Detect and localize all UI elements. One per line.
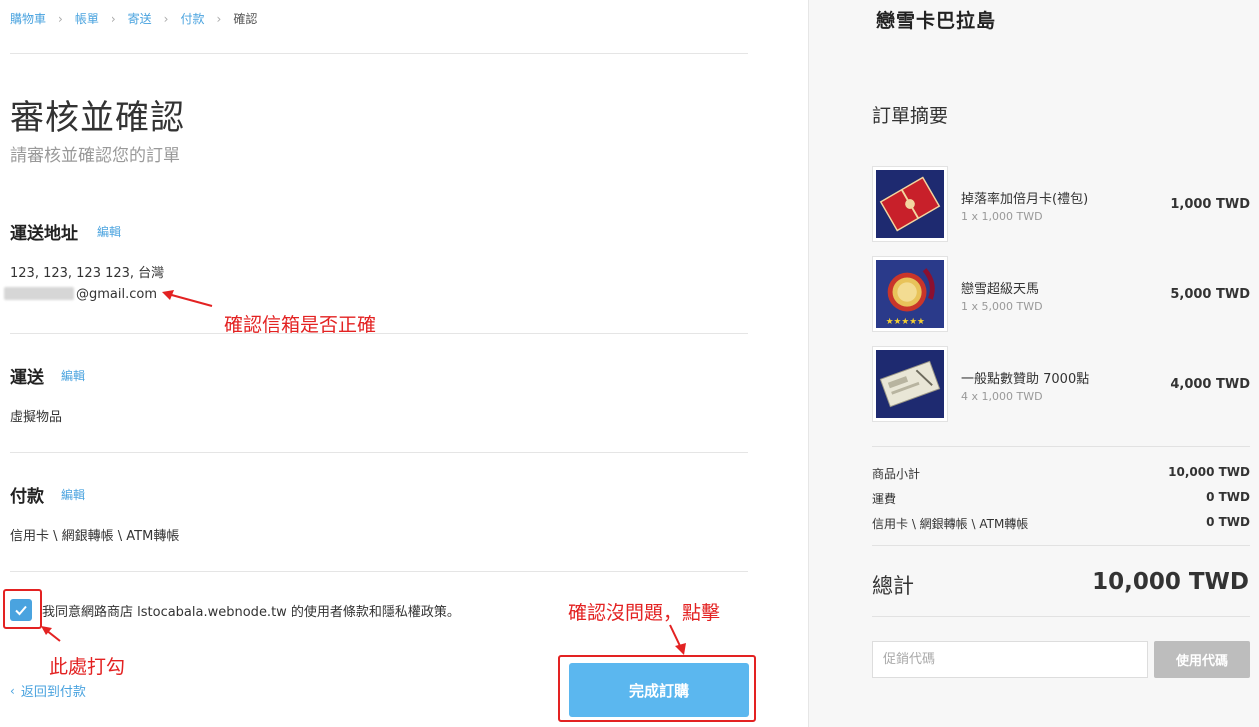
gold-medal-icon: ★★★★★ bbox=[872, 256, 948, 332]
total-value: 10,000 TWD bbox=[1092, 569, 1249, 595]
edit-address-link[interactable]: 編輯 bbox=[97, 223, 121, 240]
terms-text: 我同意網路商店 lstocabala.webnode.tw 的使用者條款和隱私權… bbox=[42, 605, 460, 620]
email-annotation: 確認信箱是否正確 bbox=[224, 314, 377, 336]
breadcrumb-cart[interactable]: 購物車 bbox=[10, 10, 46, 27]
shipping-fee-row: 運費 0 TWD bbox=[872, 490, 1250, 507]
divider bbox=[10, 571, 748, 572]
breadcrumb-billing[interactable]: 帳單 bbox=[75, 10, 99, 27]
payment-fee-label: 信用卡 \ 網銀轉帳 \ ATM轉帳 bbox=[872, 517, 1029, 531]
item-price: 4,000 TWD bbox=[1170, 377, 1250, 392]
item-qty: 1 x 5,000 TWD bbox=[961, 300, 1043, 313]
shipping-fee-value: 0 TWD bbox=[1206, 490, 1250, 504]
summary-item: 一般點數贊助 7000點 4 x 1,000 TWD 4,000 TWD bbox=[872, 346, 1250, 426]
edit-shipping-link[interactable]: 編輯 bbox=[61, 367, 85, 384]
checkbox-highlight bbox=[3, 589, 42, 629]
payment-fee-row: 信用卡 \ 網銀轉帳 \ ATM轉帳 0 TWD bbox=[872, 515, 1250, 532]
edit-payment-link[interactable]: 編輯 bbox=[61, 486, 85, 503]
summary-item: ★★★★★ 戀雪超級天馬 1 x 5,000 TWD 5,000 TWD bbox=[872, 256, 1250, 336]
email-text: @gmail.com bbox=[4, 287, 157, 302]
shipping-address-text: 123, 123, 123 123, 台灣 bbox=[10, 266, 165, 281]
breadcrumb-shipping[interactable]: 寄送 bbox=[128, 10, 152, 27]
shipping-fee-label: 運費 bbox=[872, 492, 897, 506]
arrow-icon bbox=[162, 290, 213, 307]
summary-title: 訂單摘要 bbox=[872, 105, 949, 127]
arrow-icon bbox=[41, 626, 61, 642]
subtotal-row: 商品小計 10,000 TWD bbox=[872, 465, 1250, 482]
apply-promo-button[interactable]: 使用代碼 bbox=[1154, 641, 1250, 678]
divider bbox=[10, 333, 748, 334]
back-link-label: 返回到付款 bbox=[20, 685, 86, 700]
arrow-icon bbox=[669, 624, 686, 655]
order-summary-panel: 戀雪卡巴拉島 訂單摘要 掉落率加倍月卡(禮包) 1 x 1,000 TWD 1,… bbox=[808, 0, 1259, 727]
redacted-email-local bbox=[4, 287, 74, 300]
item-price: 5,000 TWD bbox=[1170, 287, 1250, 302]
submit-annotation: 確認沒問題，點擊 bbox=[568, 602, 721, 624]
breadcrumb-separator-icon: › bbox=[110, 11, 116, 26]
divider bbox=[10, 53, 748, 54]
svg-text:★★★★★: ★★★★★ bbox=[886, 317, 925, 327]
breadcrumb-separator-icon: › bbox=[216, 11, 222, 26]
back-to-payment-link[interactable]: ‹ 返回到付款 bbox=[10, 681, 86, 701]
shipping-method-text: 虛擬物品 bbox=[10, 410, 63, 425]
breadcrumb-separator-icon: › bbox=[163, 11, 169, 26]
divider bbox=[872, 545, 1250, 546]
shipping-title: 運送 bbox=[10, 368, 44, 388]
payment-fee-value: 0 TWD bbox=[1206, 515, 1250, 529]
payment-method-text: 信用卡 \ 網銀轉帳 \ ATM轉帳 bbox=[10, 529, 180, 544]
payment-title: 付款 bbox=[10, 487, 44, 507]
total-label: 總計 bbox=[872, 574, 914, 598]
item-name: 一般點數贊助 7000點 bbox=[961, 372, 1090, 387]
breadcrumb-current: 確認 bbox=[233, 12, 258, 26]
item-name: 掉落率加倍月卡(禮包) bbox=[961, 192, 1089, 207]
ticket-icon bbox=[872, 346, 948, 422]
chevron-left-icon: ‹ bbox=[10, 683, 15, 698]
shop-name: 戀雪卡巴拉島 bbox=[876, 10, 997, 32]
promo-code-input[interactable] bbox=[872, 641, 1148, 678]
subtotal-label: 商品小計 bbox=[872, 467, 921, 481]
item-price: 1,000 TWD bbox=[1170, 197, 1250, 212]
red-gift-card-icon bbox=[872, 166, 948, 242]
subtotal-value: 10,000 TWD bbox=[1168, 465, 1250, 479]
breadcrumb-separator-icon: › bbox=[58, 11, 63, 26]
submit-highlight bbox=[558, 655, 756, 722]
shipping-address-title: 運送地址 bbox=[10, 224, 78, 244]
divider bbox=[10, 452, 748, 453]
checkout-main: 購物車 › 帳單 › 寄送 › 付款 › 確認 審核並確認 請審核並確認您的訂單… bbox=[0, 0, 808, 727]
item-qty: 1 x 1,000 TWD bbox=[961, 210, 1043, 223]
email-domain: @gmail.com bbox=[76, 287, 158, 302]
divider bbox=[872, 446, 1250, 447]
divider bbox=[872, 616, 1250, 617]
item-qty: 4 x 1,000 TWD bbox=[961, 390, 1043, 403]
breadcrumb: 購物車 › 帳單 › 寄送 › 付款 › 確認 bbox=[10, 10, 257, 27]
checkbox-annotation: 此處打勾 bbox=[49, 656, 126, 678]
item-name: 戀雪超級天馬 bbox=[961, 282, 1040, 297]
summary-item: 掉落率加倍月卡(禮包) 1 x 1,000 TWD 1,000 TWD bbox=[872, 166, 1250, 246]
breadcrumb-payment[interactable]: 付款 bbox=[180, 10, 204, 27]
page-subtitle: 請審核並確認您的訂單 bbox=[10, 146, 180, 166]
page-title: 審核並確認 bbox=[10, 98, 185, 138]
